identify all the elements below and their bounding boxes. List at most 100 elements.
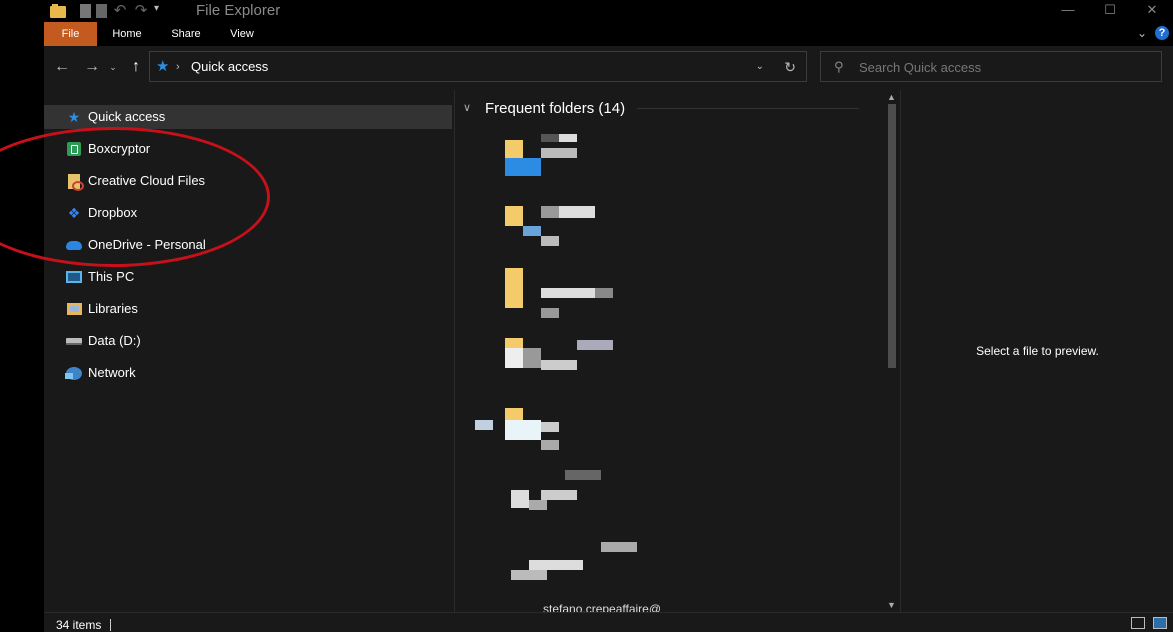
minimize-button[interactable]: — — [1047, 0, 1089, 22]
network-icon — [65, 366, 82, 380]
redacted-block — [529, 560, 583, 570]
maximize-button[interactable]: ☐ — [1089, 0, 1131, 22]
tab-share[interactable]: Share — [162, 22, 210, 46]
forward-arrow-icon[interactable]: → — [82, 57, 102, 77]
redacted-block — [541, 288, 595, 298]
details-view-icon[interactable] — [1131, 617, 1145, 629]
redacted-block — [601, 542, 637, 552]
preview-pane: Select a file to preview. — [900, 90, 1173, 612]
redacted-block — [523, 226, 541, 236]
status-bar: 34 items — [44, 612, 1173, 632]
redo-icon[interactable]: ↷ — [133, 3, 149, 19]
nav-item-creative-cloud-files[interactable]: Creative Cloud Files — [44, 169, 452, 193]
nav-item-label: Dropbox — [88, 205, 138, 220]
redacted-block — [559, 134, 577, 142]
address-dropdown-chevron-icon[interactable]: ⌄ — [756, 59, 764, 75]
close-button[interactable]: ✕ — [1131, 0, 1173, 22]
tab-view[interactable]: View — [222, 22, 262, 46]
nav-item-onedrive-personal[interactable]: OneDrive - Personal — [44, 233, 452, 257]
window-title: File Explorer — [196, 2, 281, 19]
redacted-block — [541, 360, 577, 370]
preview-message: Select a file to preview. — [976, 344, 1099, 358]
properties-icon[interactable] — [80, 4, 91, 18]
folder-tile[interactable] — [475, 470, 695, 522]
boxcryptor-icon — [67, 142, 81, 156]
this-pc-icon — [66, 271, 82, 283]
folder-icon — [505, 408, 523, 420]
nav-item-label: Network — [88, 365, 136, 380]
search-icon: ⚲ — [834, 59, 844, 74]
nav-item-boxcryptor[interactable]: Boxcryptor — [44, 137, 452, 161]
back-arrow-icon[interactable]: ← — [52, 57, 72, 77]
redacted-block — [541, 440, 559, 450]
group-divider — [637, 108, 859, 109]
folder-tile[interactable] — [475, 338, 695, 390]
customize-toolbar-chevron-icon[interactable]: ▾ — [154, 3, 164, 19]
folder-tile[interactable] — [475, 408, 695, 460]
folder-icon — [505, 140, 523, 158]
folder-label: stefano.crepeaffaire@ — [543, 602, 662, 612]
redacted-block — [577, 340, 613, 350]
ribbon-tabs: File Home Share View ⌄ ? — [44, 22, 1173, 46]
recent-locations-chevron-icon[interactable]: ⌄ — [106, 57, 120, 77]
folder-icon — [505, 268, 523, 308]
navigation-pane: ★ Quick access Boxcryptor Creative Cloud… — [44, 90, 454, 612]
scroll-up-chevron-icon[interactable]: ▲ — [887, 92, 896, 102]
nav-item-this-pc[interactable]: This PC — [44, 265, 452, 289]
up-arrow-icon[interactable]: ↑ — [126, 57, 146, 77]
tab-file[interactable]: File — [44, 22, 97, 46]
nav-item-label: Creative Cloud Files — [88, 173, 206, 188]
drive-icon — [66, 337, 82, 345]
breadcrumb[interactable]: Quick access — [191, 59, 268, 75]
dropbox-icon: ❖ — [67, 205, 81, 221]
caption-buttons: — ☐ ✕ — [1047, 0, 1173, 22]
redacted-block — [523, 348, 541, 368]
redacted-block — [541, 308, 559, 318]
breadcrumb-separator-icon[interactable]: › — [176, 59, 180, 75]
nav-item-dropbox[interactable]: ❖ Dropbox — [44, 201, 452, 225]
frequent-folders-group-header[interactable]: ∨ Frequent folders (14) — [463, 99, 863, 119]
search-input[interactable] — [859, 58, 1149, 76]
folder-tile[interactable] — [475, 266, 695, 318]
group-title: Frequent folders (14) — [485, 100, 626, 117]
address-bar[interactable]: ★ › Quick access ⌄ ↻ — [149, 51, 807, 82]
nav-item-quick-access[interactable]: ★ Quick access — [44, 105, 452, 129]
explorer-folder-icon — [50, 4, 66, 18]
quick-access-star-icon: ★ — [156, 58, 170, 75]
folder-tile[interactable] — [475, 134, 695, 186]
redacted-block — [565, 470, 601, 480]
status-divider — [110, 619, 111, 631]
refresh-icon[interactable]: ↻ — [784, 58, 796, 76]
collapse-chevron-icon[interactable]: ∨ — [463, 100, 471, 116]
tab-home[interactable]: Home — [104, 22, 150, 46]
nav-item-data-d[interactable]: Data (D:) — [44, 329, 452, 353]
quick-access-toolbar: ↶ ↷ ▾ — [50, 2, 164, 20]
large-icons-view-icon[interactable] — [1153, 617, 1167, 629]
undo-icon[interactable]: ↶ — [112, 3, 128, 19]
nav-item-label: Libraries — [88, 301, 138, 316]
folder-tile[interactable] — [475, 540, 695, 592]
nav-item-network[interactable]: Network — [44, 361, 452, 385]
nav-item-label: Data (D:) — [88, 333, 141, 348]
item-count: 34 items — [56, 618, 102, 632]
folder-icon — [505, 338, 523, 348]
redacted-block — [541, 148, 577, 158]
search-box[interactable]: ⚲ — [820, 51, 1162, 82]
nav-item-label: Boxcryptor — [88, 141, 151, 156]
nav-item-libraries[interactable]: Libraries — [44, 297, 452, 321]
new-folder-icon[interactable] — [96, 4, 107, 18]
expand-ribbon-chevron-icon[interactable]: ⌄ — [1137, 26, 1147, 40]
redacted-block — [511, 570, 547, 580]
content-scrollbar[interactable]: ▲ ▼ — [885, 90, 899, 612]
redacted-block — [541, 422, 559, 432]
scroll-down-chevron-icon[interactable]: ▼ — [887, 600, 896, 610]
redacted-block — [505, 420, 541, 440]
nav-item-label: Quick access — [88, 109, 166, 124]
nav-item-label: OneDrive - Personal — [88, 237, 206, 252]
folder-tile[interactable] — [475, 198, 695, 250]
redacted-block — [559, 206, 595, 218]
scrollbar-thumb[interactable] — [888, 104, 896, 368]
redacted-block — [541, 490, 577, 500]
help-icon[interactable]: ? — [1155, 26, 1169, 40]
redacted-block — [529, 500, 547, 510]
